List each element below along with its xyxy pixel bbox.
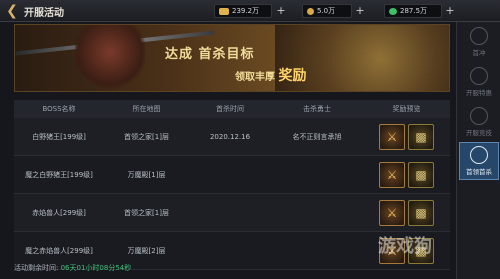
green-gem-icon [389,7,397,15]
gold-ingot-icon [219,7,229,15]
arena-icon [470,107,488,125]
table-row: 白野猪王[199级] 首领之家[1]层 2020.12.16 名不正则言承旭 ⚔… [14,118,450,156]
currency-value: 5.0万 [317,7,336,15]
sidebar-item-label: 开服特惠 [466,89,492,97]
sidebar: 首冲 开服特惠 开服竞技 首领首杀 [456,22,500,279]
armor-reward-icon[interactable]: ⚔ [379,161,405,188]
reward-preview: ⚔ ▩ [363,161,450,188]
currency-gold-coin: 5.0万 [302,4,352,18]
reward-preview: ⚔ ▩ [363,123,450,150]
first-charge-icon [470,27,488,45]
column-header-killer: 击杀勇士 [303,105,331,113]
boss-map: 万魔殿[2]层 [127,246,166,255]
banner-slogan-line2b: 奖励 [278,68,307,84]
event-countdown: 活动剩余时间: 06天01小时08分54秒 [14,263,131,273]
boss-name: 白野猪王[199级] [32,132,86,141]
boss-name: 魔之赤焰兽人[299级] [25,246,93,255]
armor-reward-icon[interactable]: ⚔ [379,199,405,226]
chest-reward-icon[interactable]: ▩ [408,199,434,226]
page-title: 开服活动 [24,8,64,19]
sidebar-item-boss-first-kill[interactable]: 首领首杀 [459,142,499,180]
column-header-map: 所在地图 [132,105,161,113]
currency-value: 287.5万 [400,7,428,15]
boss-map: 首领之家[1]层 [124,132,169,141]
armor-reward-icon[interactable]: ⚔ [379,123,405,150]
column-header-rewards: 奖励预览 [392,105,421,113]
countdown-time: 06天01小时08分54秒 [60,264,132,272]
sidebar-item-label: 开服竞技 [466,129,492,137]
boss-name: 赤焰兽人[299级] [32,208,86,217]
gold-coin-icon [307,7,314,15]
sidebar-item-label: 首冲 [472,49,486,57]
add-gold-coin-button[interactable]: + [354,4,366,18]
banner-slogan-line1: 达成 首杀目标 [165,47,255,62]
column-header-boss-name: BOSS名称 [42,105,76,113]
killer-name: 名不正则言承旭 [292,132,342,141]
warrior-art [75,25,145,91]
currency-gold-ingot: 239.2万 [214,4,272,18]
currency-green-gem: 287.5万 [384,4,442,18]
currency-value: 239.2万 [232,7,260,15]
watermark-logo: 游戏狗 [378,236,432,257]
banner-slogan-line2: 领取丰厚 奖励 [235,65,306,85]
boss-map: 万魔殿[1]层 [127,170,166,179]
boss-icon [470,146,488,164]
sidebar-item-label: 首领首杀 [466,168,492,176]
sidebar-item-opening-arena[interactable]: 开服竞技 [459,104,499,142]
sidebar-item-first-charge[interactable]: 首冲 [459,24,499,62]
deals-icon [470,67,488,85]
table-row: 赤焰兽人[299级] 首领之家[1]层 ⚔ ▩ [14,194,450,232]
column-header-time: 首杀时间 [216,105,244,113]
add-green-gem-button[interactable]: + [444,4,456,18]
first-kill-time: 2020.12.16 [209,132,251,141]
sidebar-item-opening-deals[interactable]: 开服特惠 [459,64,499,102]
table-header: BOSS名称 所在地图 首杀时间 击杀勇士 奖励预览 [14,100,450,118]
boss-map: 首领之家[1]层 [124,208,169,217]
chest-reward-icon[interactable]: ▩ [408,123,434,150]
banner-slogan-line2a: 领取丰厚 [235,72,275,83]
top-bar: ❮ 开服活动 239.2万 + 5.0万 + 287.5万 + [0,0,500,22]
event-banner: 达成 首杀目标 领取丰厚 奖励 [14,24,450,92]
reward-preview: ⚔ ▩ [363,199,450,226]
table-row: 魔之白野猪王[199级] 万魔殿[1]层 ⚔ ▩ [14,156,450,194]
boss-name: 魔之白野猪王[199级] [25,170,93,179]
add-gold-ingot-button[interactable]: + [275,4,287,18]
back-icon[interactable]: ❮ [4,3,20,19]
chest-reward-icon[interactable]: ▩ [408,161,434,188]
countdown-label: 活动剩余时间: [14,264,59,272]
